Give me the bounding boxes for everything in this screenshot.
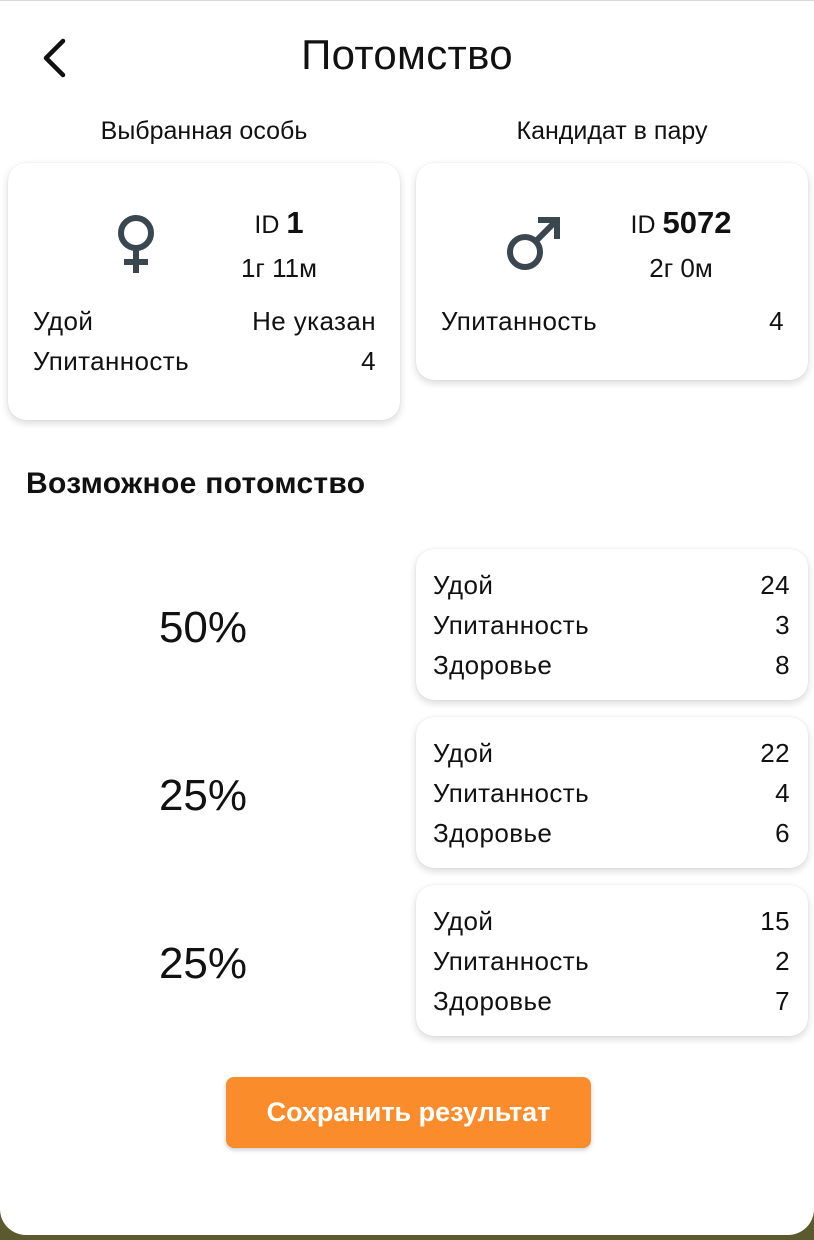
selected-id: ID 1	[204, 205, 354, 241]
row-label: Упитанность	[433, 778, 590, 808]
offspring-row-health: Здоровье 7	[433, 986, 790, 1017]
selected-age: 1г 11м	[240, 253, 318, 283]
row-label: Упитанность	[33, 346, 190, 376]
row-value: Не указан	[252, 306, 376, 336]
offspring-percent: 25%	[158, 939, 248, 988]
offspring-card: Удой 22 Упитанность 4 Здоровье 6	[416, 717, 808, 868]
offspring-row-milk: Удой 22	[433, 738, 790, 769]
row-value: 24	[760, 570, 790, 600]
offspring-card: Удой 24 Упитанность 3 Здоровье 8	[416, 549, 808, 700]
selected-card[interactable]: ID 1 1г 11м Удой Не указан Упитанность 4	[8, 163, 400, 420]
offspring-row-milk: Удой 24	[433, 570, 790, 601]
offspring-row-health: Здоровье 6	[433, 818, 790, 849]
row-value: 3	[775, 610, 790, 640]
offspring-row-condition: Упитанность 3	[433, 610, 790, 641]
row-value: 8	[775, 650, 790, 680]
candidate-label: Кандидат в пару	[516, 117, 708, 145]
selected-row-condition: Упитанность 4	[33, 346, 376, 377]
candidate-id: ID 5072	[606, 205, 756, 241]
id-value: 5072	[662, 205, 732, 240]
row-label: Упитанность	[441, 306, 598, 336]
row-value: 4	[361, 346, 376, 376]
row-value: 22	[760, 738, 790, 768]
candidate-age: 2г 0м	[649, 253, 713, 283]
candidate-card[interactable]: ID 5072 2г 0м Упитанность 4	[416, 163, 808, 380]
id-prefix: ID	[630, 211, 656, 239]
row-label: Здоровье	[433, 986, 553, 1016]
row-value: 15	[760, 906, 790, 936]
row-value: 4	[775, 778, 790, 808]
offspring-row-health: Здоровье 8	[433, 650, 790, 681]
row-label: Удой	[433, 906, 494, 936]
save-result-button[interactable]: Сохранить результат	[226, 1077, 591, 1148]
offspring-row-condition: Упитанность 4	[433, 778, 790, 809]
row-label: Здоровье	[433, 650, 553, 680]
offspring-row-condition: Упитанность 2	[433, 946, 790, 977]
page-title: Потомство	[301, 31, 513, 78]
row-label: Удой	[433, 570, 494, 600]
row-value: 2	[775, 946, 790, 976]
row-value: 7	[775, 986, 790, 1016]
offspring-section-title: Возможное потомство	[26, 467, 366, 500]
row-value: 6	[775, 818, 790, 848]
offspring-row-milk: Удой 15	[433, 906, 790, 937]
selected-label: Выбранная особь	[100, 117, 308, 145]
selected-row-milk: Удой Не указан	[33, 306, 376, 337]
offspring-card: Удой 15 Упитанность 2 Здоровье 7	[416, 885, 808, 1036]
row-value: 4	[769, 306, 784, 336]
row-label: Удой	[433, 738, 494, 768]
offspring-screen: Потомство Выбранная особь ID 1 1г 11м Уд…	[0, 0, 814, 1235]
row-label: Здоровье	[433, 818, 553, 848]
row-label: Упитанность	[433, 610, 590, 640]
offspring-percent: 25%	[158, 771, 248, 820]
header: Потомство	[0, 1, 814, 111]
male-icon	[507, 217, 560, 270]
row-label: Удой	[33, 306, 94, 336]
id-value: 1	[286, 205, 304, 240]
id-prefix: ID	[254, 211, 280, 239]
row-label: Упитанность	[433, 946, 590, 976]
offspring-percent: 50%	[158, 603, 248, 652]
female-icon	[118, 215, 154, 273]
candidate-row-condition: Упитанность 4	[441, 306, 784, 337]
